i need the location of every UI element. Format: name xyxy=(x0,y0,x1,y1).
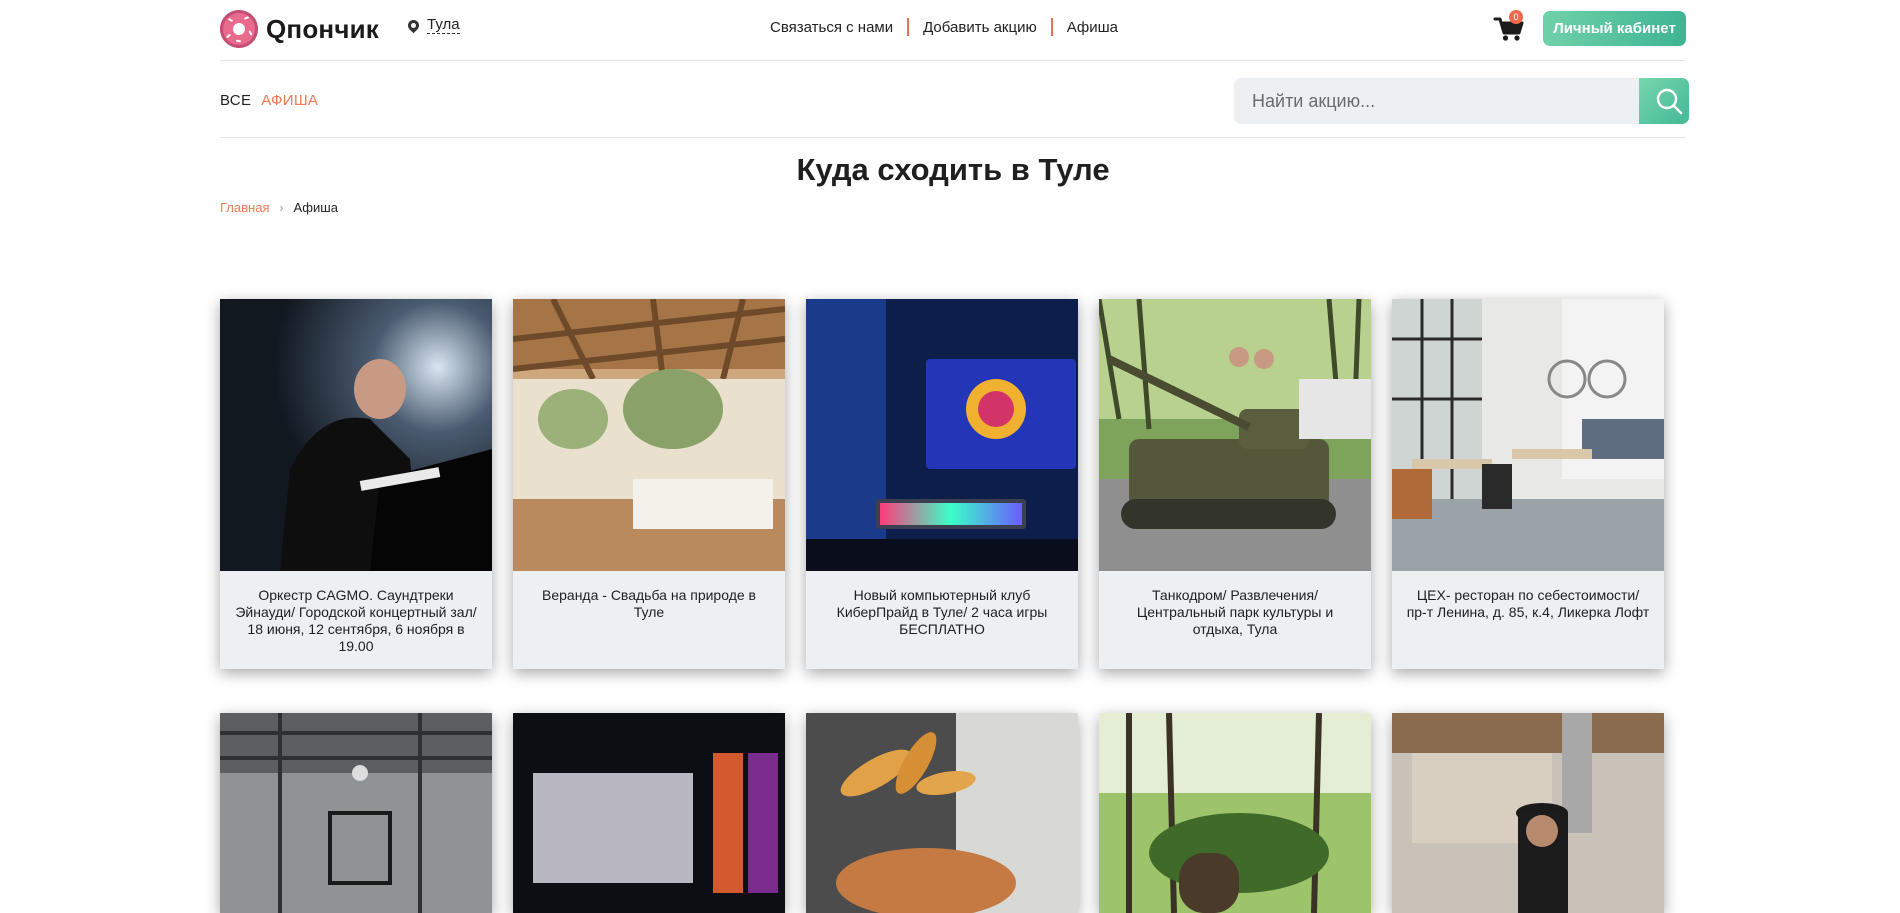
location-pin-icon xyxy=(405,17,422,33)
filter-all[interactable]: ВСЕ xyxy=(220,92,251,109)
cart-button[interactable]: 0 xyxy=(1493,10,1525,44)
event-card[interactable] xyxy=(1392,713,1664,913)
event-card-caption: ЦЕХ- ресторан по себестоимости/ пр-т Лен… xyxy=(1406,587,1650,620)
chef-kitchen-photo xyxy=(1392,713,1664,913)
donut-logo-icon xyxy=(220,10,258,48)
breadcrumb-current: Афиша xyxy=(293,200,338,215)
industrial-hall-photo xyxy=(220,713,492,913)
cart-count-badge: 0 xyxy=(1509,10,1523,24)
wedding-veranda-photo xyxy=(513,299,785,571)
filter-bar: ВСЕ АФИША xyxy=(220,61,1689,138)
event-card[interactable]: Веранда - Свадьба на природе в Туле xyxy=(513,299,785,669)
forest-cabin-photo xyxy=(1099,713,1371,913)
event-card[interactable] xyxy=(220,713,492,913)
account-button[interactable]: Личный кабинет xyxy=(1543,11,1686,46)
nav-add-promo-link[interactable]: Добавить акцию xyxy=(923,19,1037,36)
city-selector[interactable]: Тула xyxy=(405,16,460,34)
nav-afisha-link[interactable]: Афиша xyxy=(1067,19,1118,36)
cinema-hall-photo xyxy=(513,713,785,913)
logo[interactable]: Qпончик xyxy=(220,10,379,48)
tank-photo xyxy=(1099,299,1371,571)
page-container: Qпончик Тула Связаться с нами Добавить а… xyxy=(220,0,1689,913)
page-title: Куда сходить в Туле xyxy=(796,152,1110,187)
event-card[interactable]: Новый компьютерный клуб КиберПрайд в Тул… xyxy=(806,299,1078,669)
site-header: Qпончик Тула Связаться с нами Добавить а… xyxy=(220,0,1686,61)
event-card-caption: Новый компьютерный клуб КиберПрайд в Тул… xyxy=(836,587,1048,637)
nav-divider xyxy=(1050,18,1053,36)
event-card-caption: Танкодром/ Развлечения/ Центральный парк… xyxy=(1136,587,1334,637)
top-navigation: Связаться с нами Добавить акцию Афиша xyxy=(770,18,1118,36)
pianist-photo xyxy=(220,299,492,571)
gaming-setup-photo xyxy=(806,299,1078,571)
event-card[interactable]: ЦЕХ- ресторан по себестоимости/ пр-т Лен… xyxy=(1392,299,1664,669)
breadcrumb: Главная › Афиша xyxy=(220,200,338,215)
event-card-caption: Оркестр CAGMO. Саундтреки Эйнауди/ Город… xyxy=(235,587,477,654)
event-card[interactable] xyxy=(806,713,1078,913)
category-filters: ВСЕ АФИША xyxy=(220,92,328,109)
event-card[interactable]: Танкодром/ Развлечения/ Центральный парк… xyxy=(1099,299,1371,669)
event-card[interactable] xyxy=(513,713,785,913)
event-card[interactable]: Оркестр CAGMO. Саундтреки Эйнауди/ Город… xyxy=(220,299,492,669)
city-name: Тула xyxy=(427,16,460,34)
search-input[interactable] xyxy=(1234,78,1639,124)
search-button[interactable] xyxy=(1639,78,1689,124)
event-card[interactable] xyxy=(1099,713,1371,913)
nav-contact-link[interactable]: Связаться с нами xyxy=(770,19,893,36)
logo-text: Qпончик xyxy=(266,13,380,44)
search-box xyxy=(1234,78,1689,124)
nav-divider xyxy=(907,18,910,36)
event-card-caption: Веранда - Свадьба на природе в Туле xyxy=(542,587,756,620)
filter-afisha[interactable]: АФИША xyxy=(261,92,318,109)
food-photo xyxy=(806,713,1078,913)
breadcrumb-home-link[interactable]: Главная xyxy=(220,200,269,215)
chevron-right-icon: › xyxy=(279,200,284,215)
search-icon xyxy=(1656,88,1683,115)
restaurant-interior-photo xyxy=(1392,299,1664,571)
